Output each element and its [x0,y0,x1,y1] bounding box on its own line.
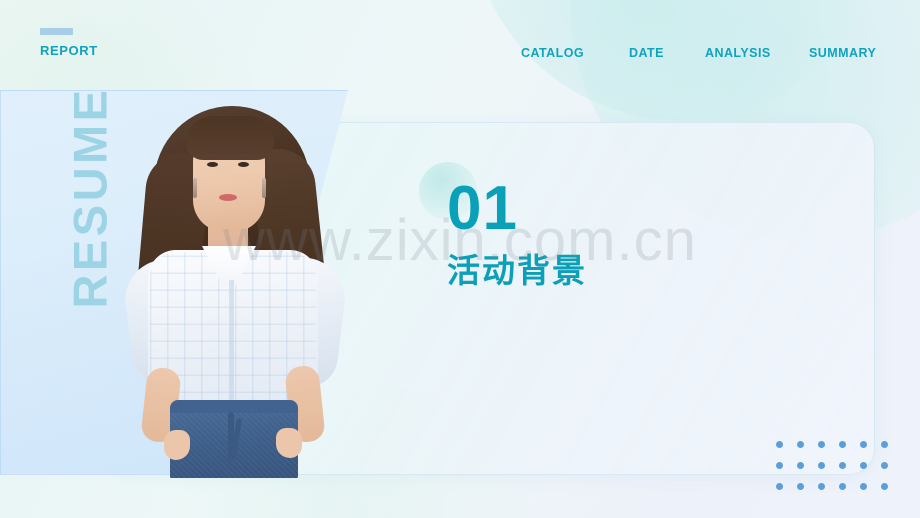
brand-block: REPORT [40,28,98,58]
grid-dot [860,462,867,469]
grid-dot [776,483,783,490]
jeans-waistband [170,400,298,413]
nav-item-analysis[interactable]: ANALYSIS [705,45,785,61]
grid-dot [818,483,825,490]
grid-dot [776,462,783,469]
resume-vertical-wordmark: RESUME [63,86,117,309]
slide-canvas: RESUME REPORT CATALOG DATE ANALYSIS SUMM… [0,0,920,518]
grid-dot [839,462,846,469]
grid-dot [818,441,825,448]
grid-dot [797,441,804,448]
hand-right [276,428,302,458]
earring-right [262,178,266,198]
grid-dot [776,441,783,448]
grid-dot [881,483,888,490]
earring-left [193,178,197,198]
nav-item-date[interactable]: DATE [629,45,664,61]
eye-right [238,162,249,167]
lips-shape [219,194,237,201]
grid-dot [860,483,867,490]
section-content-block: 01 活动背景 [419,162,587,290]
hand-left [164,430,190,460]
nav-item-catalog[interactable]: CATALOG [521,45,584,61]
grid-dot [839,483,846,490]
grid-dot [881,462,888,469]
top-navigation: CATALOG DATE ANALYSIS SUMMARY [515,44,885,86]
eye-left [207,162,218,167]
portrait-photo [108,100,356,478]
decorative-dot-grid [776,441,902,504]
brand-dash-accent [40,28,73,35]
grid-dot [797,483,804,490]
brand-label: REPORT [40,43,98,58]
grid-dot [797,462,804,469]
section-number: 01 [447,174,518,243]
blouse-placket [229,280,234,402]
section-title: 活动背景 [447,252,587,289]
grid-dot [818,462,825,469]
grid-dot [881,441,888,448]
grid-dot [839,441,846,448]
grid-dot [860,441,867,448]
slide-header: REPORT CATALOG DATE ANALYSIS SUMMARY [0,0,920,90]
nav-item-summary[interactable]: SUMMARY [809,45,881,61]
hair-fringe [186,116,274,160]
